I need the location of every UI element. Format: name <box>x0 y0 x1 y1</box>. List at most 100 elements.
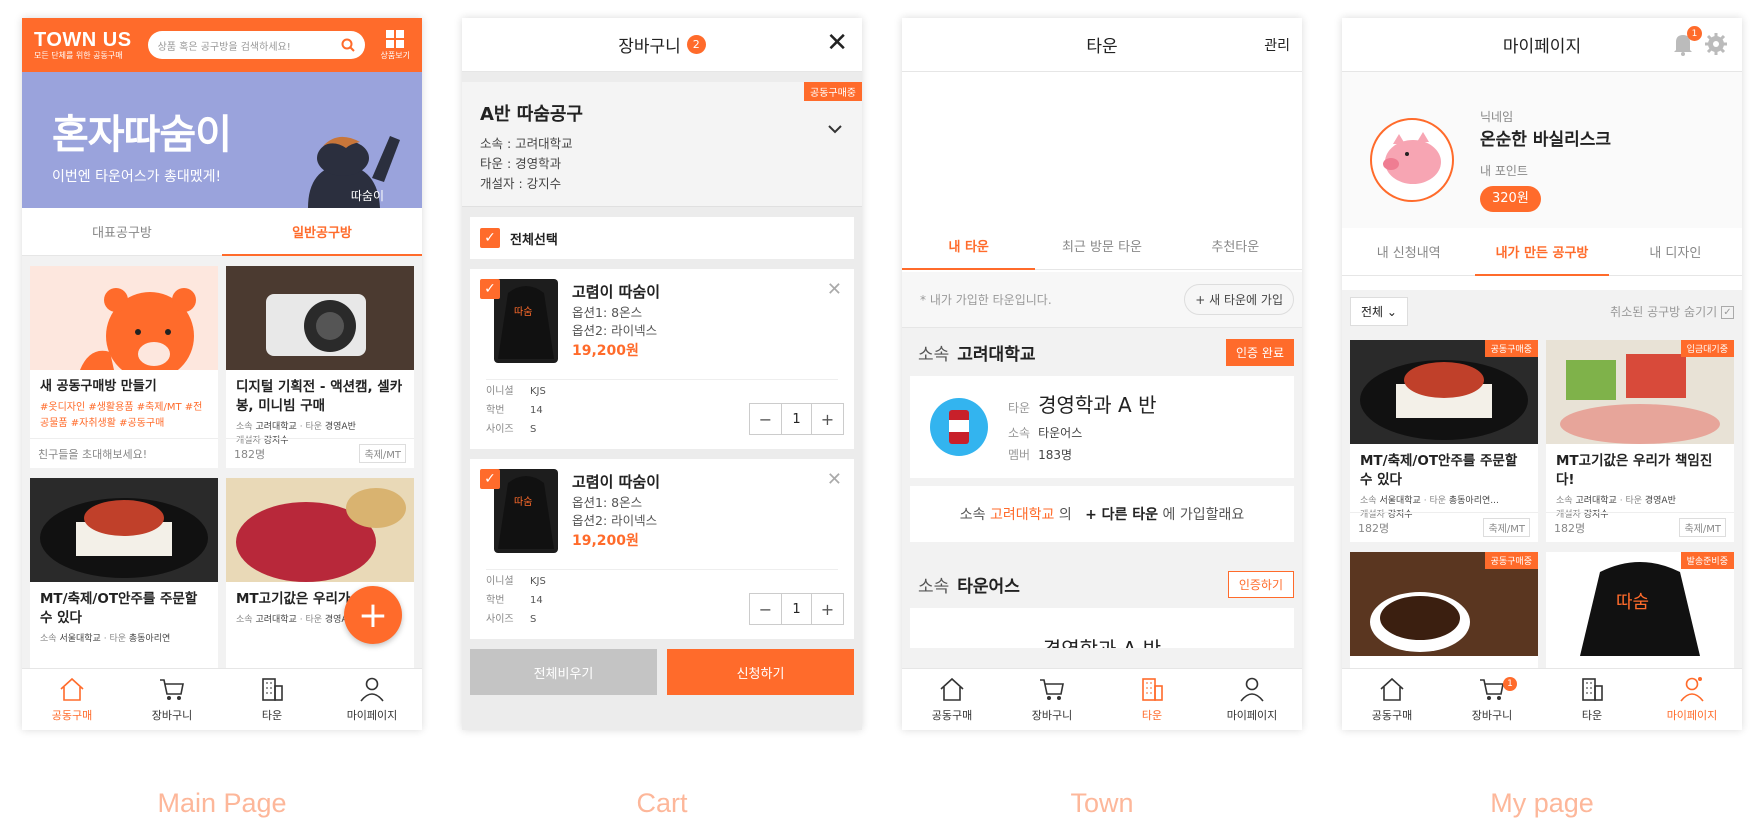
caption-town: Town <box>1070 788 1134 818</box>
my-group-buy-grid: 전체 ⌄ 취소된 공구방 숨기기 ✓ 공동구매중 MT/축제/OT안주를 주문할… <box>1342 290 1742 672</box>
group-buy-card-snacks[interactable]: MT/축제/OT안주를 주문할 수 있다 소속 서울대학교 · 타운 총동아리연 <box>30 478 218 678</box>
gear-icon[interactable] <box>1704 32 1728 56</box>
banner-mascot-name: 따숨이 <box>350 189 384 203</box>
points-badge[interactable]: 320원 <box>1480 185 1541 213</box>
cart-screen: 장바구니 2 ✕ 공동구매중 A반 따숨공구 소속 : 고려대학교 타운 : 경영… <box>462 18 862 730</box>
quantity-value[interactable]: 1 <box>781 594 812 624</box>
select-all-row[interactable]: ✓ 전체선택 <box>470 217 854 259</box>
nav-home[interactable]: 공동구매 <box>1342 669 1442 730</box>
nav-cart[interactable]: 장바구니 <box>122 669 222 730</box>
decrement-button[interactable]: − <box>750 594 781 624</box>
card-meta: 소속 서울대학교 · 타운 총동아리연 <box>40 633 171 644</box>
nav-town[interactable]: 타운 <box>1542 669 1642 730</box>
nav-mypage[interactable]: 마이페이지 <box>322 669 422 730</box>
search-input[interactable]: 상품 혹은 공구방을 검색하세요! <box>147 31 365 59</box>
tab-recent-town[interactable]: 최근 방문 타운 <box>1035 222 1168 269</box>
school-name: 타운어스 <box>957 576 1020 597</box>
close-icon[interactable]: ✕ <box>826 28 848 58</box>
increment-button[interactable]: + <box>812 404 843 434</box>
item-checkbox[interactable]: ✓ <box>480 469 500 489</box>
town-tabs: 내 타운 최근 방문 타운 추천타운 <box>902 222 1302 270</box>
cart-badge: 1 <box>1503 677 1517 691</box>
new-group-buy-card[interactable]: + 새 공동구매방 만들기 #옷디자인 #생활용품 #축제/MT #전공물품 #… <box>30 266 218 468</box>
status-badge: 공동구매중 <box>804 82 862 101</box>
hide-cancelled-toggle[interactable]: 취소된 공구방 숨기기 ✓ <box>1610 303 1734 320</box>
town-name: 경영학과 A 반 <box>1038 393 1157 418</box>
nav-town[interactable]: 타운 <box>1102 669 1202 730</box>
search-icon[interactable] <box>341 38 355 52</box>
manage-button[interactable]: 관리 <box>1264 35 1290 55</box>
invite-friends-text: 친구들을 초대해보세요! <box>30 438 218 468</box>
join-new-town-button[interactable]: + 새 타운에 가입 <box>1184 284 1294 315</box>
participant-count: 182명 <box>234 447 266 461</box>
decrement-button[interactable]: − <box>750 404 781 434</box>
tab-my-town[interactable]: 내 타운 <box>902 222 1036 270</box>
group-buy-card-coffee[interactable]: 공동구매중 <box>1350 552 1538 672</box>
apply-button[interactable]: 신청하기 <box>667 649 854 695</box>
page-title: 타운 <box>1086 37 1118 57</box>
nav-town[interactable]: 타운 <box>222 669 322 730</box>
nav-home[interactable]: 공동구매 <box>22 669 122 730</box>
profile-section: 닉네임 온순한 바실리스크 내 포인트 320원 <box>1342 72 1742 228</box>
group-buy-card-meat[interactable]: 입금대기중 MT고기값은 우리가 책임진다! 소속 고려대학교 · 타운 경영A… <box>1546 340 1734 542</box>
nav-cart[interactable]: 1 장바구니 <box>1442 669 1542 730</box>
category-tag: 축제/MT <box>359 444 406 463</box>
nav-mypage[interactable]: 마이페이지 <box>1642 669 1742 730</box>
tab-recommended-town[interactable]: 추천타운 <box>1169 222 1302 269</box>
category-tag: 축제/MT <box>1679 518 1726 537</box>
nav-mypage[interactable]: 마이페이지 <box>1202 669 1302 730</box>
home-icon <box>1380 677 1404 701</box>
join-other-town-button[interactable]: 소속 고려대학교 의 + 다른 타운 에 가입할래요 <box>910 486 1294 542</box>
town-logo <box>930 398 988 456</box>
cart-count-badge: 2 <box>686 35 706 54</box>
food-product-image <box>30 478 218 582</box>
clear-cart-button[interactable]: 전체비우기 <box>470 649 657 695</box>
remove-item-icon[interactable]: ✕ <box>827 279 842 300</box>
notification-bell[interactable]: 1 <box>1672 26 1702 61</box>
tab-my-applications[interactable]: 내 신청내역 <box>1342 228 1475 275</box>
group-buy-info: 공동구매중 A반 따숨공구 소속 : 고려대학교 타운 : 경영학과 개설자 :… <box>462 82 862 207</box>
select-all-checkbox[interactable]: ✓ <box>480 228 500 248</box>
person-icon <box>1680 677 1704 702</box>
nav-home[interactable]: 공동구매 <box>902 669 1002 730</box>
cart-header: 장바구니 2 ✕ <box>462 18 862 72</box>
browse-products-button[interactable]: 상품보기 <box>381 29 410 61</box>
promo-banner[interactable]: 혼자따숨이 이번엔 타운어스가 총대멨게! 따숨이 <box>22 72 422 208</box>
group-buy-card-hoodie[interactable]: 따숨 발송준비중 <box>1546 552 1734 672</box>
mypage-screen: 마이페이지 1 닉네임 온순한 바실리스크 내 포인트 320원 내 신청내역 … <box>1342 18 1742 730</box>
create-group-buy-fab[interactable]: + <box>344 586 402 644</box>
tab-my-designs[interactable]: 내 디자인 <box>1609 228 1742 275</box>
search-placeholder: 상품 혹은 공구방을 검색하세요! <box>157 41 291 53</box>
school-name: 고려대학교 <box>957 344 1036 365</box>
group-buy-card-camera[interactable]: 디지털 기획전 - 액션캠, 셀카봉, 미니빔 구매 소속 고려대학교 · 타운… <box>226 266 414 468</box>
meat-product-image <box>226 478 414 582</box>
verify-button[interactable]: 인증하기 <box>1227 570 1294 598</box>
svg-text:따숨: 따숨 <box>514 496 532 508</box>
tab-general[interactable]: 일반공구방 <box>222 208 422 256</box>
item-checkbox[interactable]: ✓ <box>480 279 500 299</box>
nickname-label: 닉네임 <box>1480 110 1514 124</box>
verified-badge: 인증 완료 <box>1226 338 1294 366</box>
avatar[interactable] <box>1370 118 1454 202</box>
group-buy-card-snacks[interactable]: 공동구매중 MT/축제/OT안주를 주문할 수 있다 소속 서울대학교 · 타운… <box>1350 340 1538 542</box>
building-icon <box>1142 678 1163 701</box>
nav-cart[interactable]: 장바구니 <box>1002 669 1102 730</box>
town-card[interactable]: 경영학과 A 반 <box>910 608 1294 648</box>
person-icon <box>1240 677 1264 702</box>
remove-item-icon[interactable]: ✕ <box>827 469 842 490</box>
mypage-header: 마이페이지 1 <box>1342 18 1742 72</box>
filter-dropdown[interactable]: 전체 ⌄ <box>1350 296 1408 326</box>
app-logo[interactable]: TOWN US 모든 단체를 위한 공동구매 <box>34 30 132 60</box>
group-owner: 개설자 : 강지수 <box>480 176 562 191</box>
chevron-down-icon[interactable] <box>828 124 842 134</box>
caption-main: Main Page <box>157 788 287 818</box>
quantity-value[interactable]: 1 <box>781 404 812 434</box>
increment-button[interactable]: + <box>812 594 843 624</box>
town-card[interactable]: 타운 경영학과 A 반 소속 타운어스 멤버 183명 <box>910 376 1294 478</box>
tab-my-group-buys[interactable]: 내가 만든 공구방 <box>1475 228 1609 276</box>
bottom-nav: 공동구매 장바구니 타운 마이페이지 <box>902 668 1302 730</box>
item-price: 19,200원 <box>572 533 639 549</box>
tab-featured[interactable]: 대표공구방 <box>22 208 222 255</box>
building-icon <box>1582 678 1603 701</box>
group-buy-card-meat[interactable]: MT고기값은 우리가 다! 소속 고려대학교 · 타운 경영A반 <box>226 478 414 678</box>
